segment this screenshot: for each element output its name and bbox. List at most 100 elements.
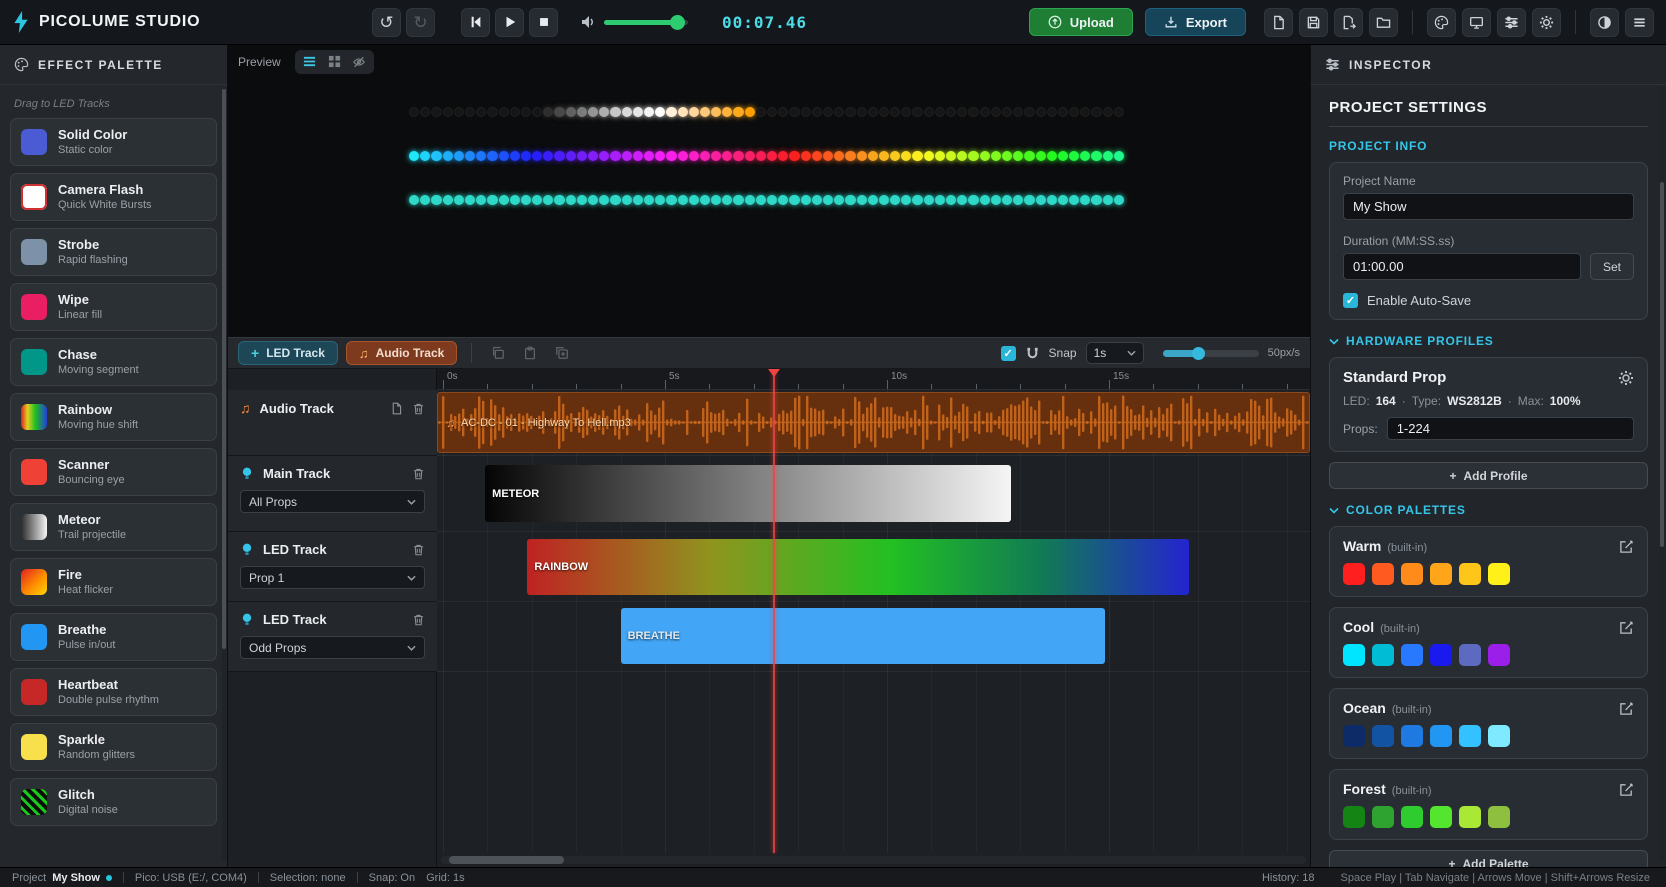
project-name-input[interactable]: [1343, 193, 1634, 220]
inspector-scrollbar[interactable]: [1660, 87, 1664, 861]
add-palette-button[interactable]: + Add Palette: [1329, 850, 1648, 867]
track-target-select[interactable]: All Props: [240, 490, 425, 513]
track-target-select[interactable]: Prop 1: [240, 566, 425, 589]
volume-slider[interactable]: [604, 14, 688, 30]
color-swatch[interactable]: [1401, 725, 1423, 747]
redo-button[interactable]: ↻: [406, 7, 435, 37]
export-file-icon[interactable]: [1334, 7, 1363, 37]
edit-palette-icon[interactable]: [1619, 701, 1634, 716]
effect-item-solid-color[interactable]: Solid Color Static color: [10, 118, 217, 166]
track-target-select[interactable]: Odd Props: [240, 636, 425, 659]
strip-view-icon[interactable]: [298, 53, 321, 71]
color-swatch[interactable]: [1459, 644, 1481, 666]
color-swatch[interactable]: [1430, 725, 1452, 747]
color-swatch[interactable]: [1430, 806, 1452, 828]
delete-track-icon[interactable]: [412, 467, 425, 480]
color-swatch[interactable]: [1488, 644, 1510, 666]
effect-item-sparkle[interactable]: Sparkle Random glitters: [10, 723, 217, 771]
effect-list-scrollbar[interactable]: [222, 87, 226, 861]
effect-item-scanner[interactable]: Scanner Bouncing eye: [10, 448, 217, 496]
effect-item-wipe[interactable]: Wipe Linear fill: [10, 283, 217, 331]
effect-item-meteor[interactable]: Meteor Trail projectile: [10, 503, 217, 551]
color-swatch[interactable]: [1401, 563, 1423, 585]
theme-toggle-icon[interactable]: [1590, 7, 1619, 37]
save-icon[interactable]: [1299, 7, 1328, 37]
hide-preview-icon[interactable]: [348, 53, 371, 71]
edit-palette-icon[interactable]: [1619, 539, 1634, 554]
open-folder-icon[interactable]: [1369, 7, 1398, 37]
effect-item-chase[interactable]: Chase Moving segment: [10, 338, 217, 386]
color-swatch[interactable]: [1372, 725, 1394, 747]
undo-button[interactable]: ↺: [372, 7, 401, 37]
effect-item-camera-flash[interactable]: Camera Flash Quick White Bursts: [10, 173, 217, 221]
color-swatch[interactable]: [1430, 644, 1452, 666]
edit-palette-icon[interactable]: [1619, 782, 1634, 797]
grid-view-icon[interactable]: [323, 53, 346, 71]
color-palettes-section[interactable]: COLOR PALETTES: [1329, 503, 1648, 517]
playhead[interactable]: [773, 369, 776, 853]
add-led-track-button[interactable]: + LED Track: [238, 341, 338, 365]
delete-track-icon[interactable]: [412, 613, 425, 626]
audio-clip[interactable]: ♫ AC-DC - 01 - Highway To Hell.mp3: [437, 392, 1310, 453]
playhead-handle[interactable]: [768, 369, 781, 377]
play-button[interactable]: [495, 7, 524, 37]
color-swatch[interactable]: [1372, 806, 1394, 828]
stop-button[interactable]: [529, 7, 558, 37]
set-duration-button[interactable]: Set: [1589, 253, 1634, 280]
timeline-h-scrollbar[interactable]: [441, 856, 1306, 864]
delete-track-icon[interactable]: [412, 402, 425, 415]
color-swatch[interactable]: [1488, 806, 1510, 828]
load-audio-file-icon[interactable]: [390, 402, 403, 415]
color-swatch[interactable]: [1459, 563, 1481, 585]
effect-item-rainbow[interactable]: Rainbow Moving hue shift: [10, 393, 217, 441]
duplicate-icon[interactable]: [550, 342, 574, 364]
edit-palette-icon[interactable]: [1619, 620, 1634, 635]
palette-icon[interactable]: [1427, 7, 1456, 37]
color-swatch[interactable]: [1430, 563, 1452, 585]
effect-item-fire[interactable]: Fire Heat flicker: [10, 558, 217, 606]
duration-input[interactable]: [1343, 253, 1581, 280]
display-icon[interactable]: [1462, 7, 1491, 37]
color-swatch[interactable]: [1488, 563, 1510, 585]
color-swatch[interactable]: [1459, 806, 1481, 828]
meteor-clip[interactable]: METEOR: [485, 465, 1012, 522]
color-swatch[interactable]: [1343, 806, 1365, 828]
color-swatch[interactable]: [1488, 725, 1510, 747]
color-swatch[interactable]: [1459, 725, 1481, 747]
add-audio-track-button[interactable]: ♫ Audio Track: [345, 341, 458, 365]
color-swatch[interactable]: [1401, 806, 1423, 828]
color-swatch[interactable]: [1343, 644, 1365, 666]
color-swatch[interactable]: [1401, 644, 1423, 666]
hardware-profiles-section[interactable]: HARDWARE PROFILES: [1329, 334, 1648, 348]
export-button[interactable]: Export: [1144, 8, 1246, 36]
snap-interval-select[interactable]: 1s: [1085, 342, 1144, 364]
rainbow-clip[interactable]: RAINBOW: [527, 539, 1189, 595]
menu-icon[interactable]: [1625, 7, 1654, 37]
settings-gear-icon[interactable]: [1532, 7, 1561, 37]
timeline-content[interactable]: 0s 5s 10s 15s ♫ AC-DC - 01 - Highway To Hel…: [437, 369, 1310, 867]
copy-icon[interactable]: [486, 342, 510, 364]
color-swatch[interactable]: [1372, 563, 1394, 585]
new-file-icon[interactable]: [1264, 7, 1293, 37]
color-swatch[interactable]: [1372, 644, 1394, 666]
add-profile-button[interactable]: + Add Profile: [1329, 462, 1648, 489]
effect-item-heartbeat[interactable]: Heartbeat Double pulse rhythm: [10, 668, 217, 716]
effect-item-strobe[interactable]: Strobe Rapid flashing: [10, 228, 217, 276]
paste-icon[interactable]: [518, 342, 542, 364]
effect-item-glitch[interactable]: Glitch Digital noise: [10, 778, 217, 826]
sliders-icon[interactable]: [1497, 7, 1526, 37]
delete-track-icon[interactable]: [412, 543, 425, 556]
color-swatch[interactable]: [1343, 725, 1365, 747]
skip-start-button[interactable]: [461, 7, 490, 37]
props-range-input[interactable]: [1386, 417, 1634, 440]
color-swatch[interactable]: [1343, 563, 1365, 585]
autosave-checkbox[interactable]: ✓: [1343, 293, 1358, 308]
timeline-zoom-slider[interactable]: [1162, 346, 1259, 360]
clip-label: METEOR: [492, 487, 540, 500]
effect-item-breathe[interactable]: Breathe Pulse in/out: [10, 613, 217, 661]
profile-gear-icon[interactable]: [1618, 370, 1634, 386]
timeline-ruler[interactable]: 0s 5s 10s 15s: [437, 369, 1310, 390]
upload-button[interactable]: Upload: [1028, 8, 1133, 36]
breathe-clip[interactable]: BREATHE: [620, 608, 1105, 664]
snap-checkbox[interactable]: ✓: [1000, 345, 1016, 361]
